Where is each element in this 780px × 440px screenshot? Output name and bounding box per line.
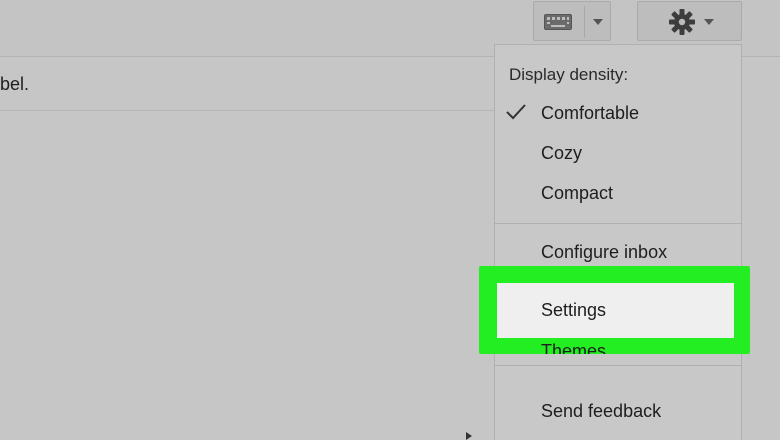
- display-density-header: Display density:: [509, 65, 629, 84]
- menu-item-themes[interactable]: Themes: [541, 338, 606, 354]
- input-tools-button[interactable]: [533, 1, 611, 41]
- chevron-down-icon: [704, 19, 714, 25]
- checkmark-icon: [506, 104, 526, 120]
- menu-separator: [495, 223, 741, 224]
- menu-separator: [495, 365, 741, 366]
- gear-icon: [669, 9, 695, 35]
- partial-label-text: bel.: [0, 74, 30, 94]
- menu-item-comfortable[interactable]: Comfortable: [541, 103, 639, 124]
- menu-item-cozy[interactable]: Cozy: [541, 143, 582, 164]
- menu-item-compact[interactable]: Compact: [541, 183, 613, 204]
- menu-item-send-feedback[interactable]: Send feedback: [541, 401, 661, 422]
- settings-dropdown-menu: Display density: Comfortable Cozy Compac…: [494, 44, 742, 440]
- menu-item-settings-label: Settings: [541, 300, 607, 320]
- menu-item-configure-inbox[interactable]: Configure inbox: [541, 242, 667, 263]
- button-divider: [584, 6, 585, 38]
- menu-item-themes-label: Themes: [541, 341, 607, 354]
- row-divider: [0, 110, 495, 111]
- menu-item-settings[interactable]: [497, 283, 734, 338]
- cursor-icon: [466, 432, 472, 440]
- keyboard-icon: [544, 14, 572, 30]
- chevron-down-icon[interactable]: [593, 19, 603, 25]
- settings-gear-button[interactable]: [637, 1, 742, 41]
